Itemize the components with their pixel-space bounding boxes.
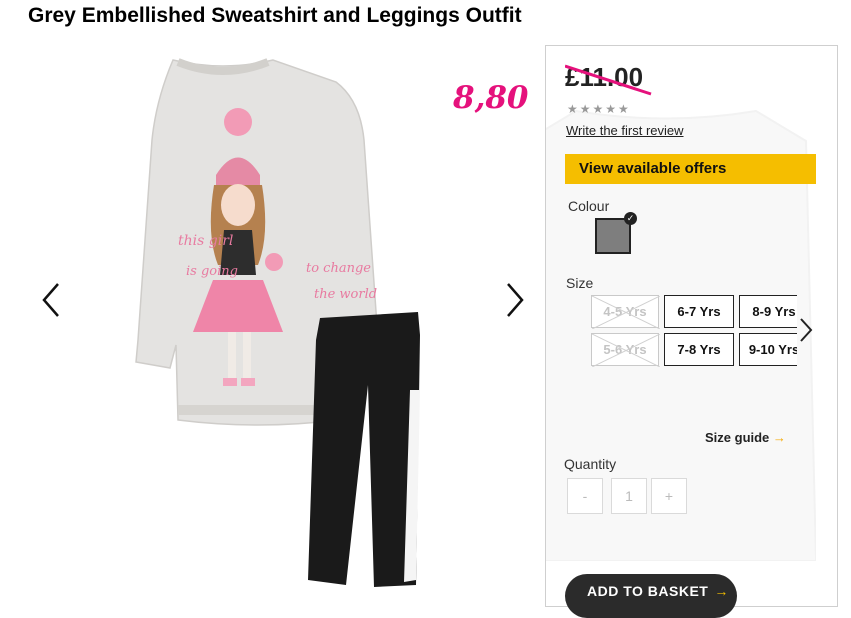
chevron-right-icon [507,283,524,317]
quantity-decrease-button[interactable]: - [567,478,603,514]
gallery-prev-button[interactable] [36,280,66,320]
chevron-right-icon [800,318,813,342]
size-option-9-10[interactable]: 9-10 Yrs [739,333,797,366]
quantity-input[interactable]: 1 [611,478,647,514]
size-option-7-8[interactable]: 7-8 Yrs [664,333,734,366]
promo-price: 8,80 [453,80,529,116]
size-label: Size [566,275,594,291]
quantity-increase-button[interactable]: + [651,478,687,514]
size-options: 4-5 Yrs 6-7 Yrs 8-9 Yrs 5-6 Yrs 7-8 Yrs … [591,295,797,371]
check-icon: ✓ [624,212,637,225]
colour-label: Colour [568,198,610,214]
unavailable-cross [592,334,660,367]
svg-text:this girl: this girl [178,233,233,249]
write-review-link[interactable]: Write the first review [566,123,684,138]
size-guide-link[interactable]: Size guide → [705,430,786,445]
svg-text:the world: the world [314,287,377,302]
view-offers-button[interactable]: View available offers [565,154,816,184]
chevron-left-icon [42,283,59,317]
size-option-8-9[interactable]: 8-9 Yrs [739,295,797,328]
size-next-button[interactable] [798,316,818,346]
arrow-right-icon: → [772,430,786,445]
unavailable-cross [592,296,660,329]
price-strikethrough [565,64,652,96]
product-image: this girl is going to change the world [135,58,420,587]
size-option-4-5[interactable]: 4-5 Yrs [591,295,660,329]
size-option-5-6[interactable]: 5-6 Yrs [591,333,660,367]
svg-text:to change: to change [306,261,371,276]
add-to-basket-button[interactable]: ADD TO BASKET → [565,574,737,618]
gallery-next-button[interactable] [500,280,530,320]
size-option-6-7[interactable]: 6-7 Yrs [664,295,734,328]
product-image-gallery: this girl is going to change the world [30,40,540,595]
svg-text:is going: is going [186,264,238,279]
quantity-label: Quantity [564,456,617,472]
price-block: £11.00 [565,62,652,96]
arrow-right-icon: → [714,583,729,599]
product-info-panel: £11.00 ★★★★★ Write the first review View… [545,45,838,607]
product-title: Grey Embellished Sweatshirt and Leggings… [28,4,522,27]
rating-stars: ★★★★★ [567,102,631,116]
